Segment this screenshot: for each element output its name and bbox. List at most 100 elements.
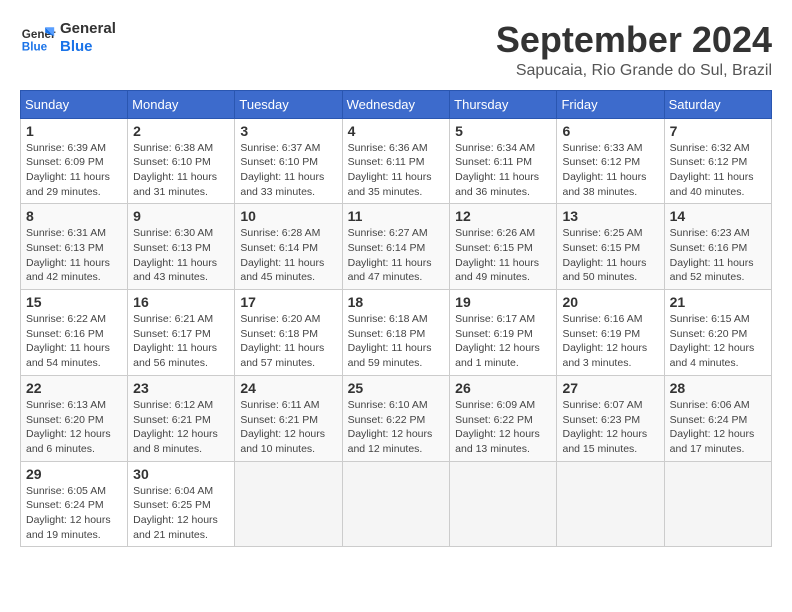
day-info: Sunrise: 6:25 AMSunset: 6:15 PMDaylight:…	[562, 226, 658, 285]
calendar-day-cell: 19Sunrise: 6:17 AMSunset: 6:19 PMDayligh…	[450, 290, 557, 376]
logo-line1: General	[60, 20, 116, 38]
day-info: Sunrise: 6:12 AMSunset: 6:21 PMDaylight:…	[133, 398, 229, 457]
day-info: Sunrise: 6:26 AMSunset: 6:15 PMDaylight:…	[455, 226, 551, 285]
logo-icon: General Blue	[20, 20, 56, 56]
calendar-day-cell	[342, 461, 450, 547]
weekday-header-row: SundayMondayTuesdayWednesdayThursdayFrid…	[21, 90, 772, 118]
title-block: September 2024 Sapucaia, Rio Grande do S…	[496, 20, 772, 80]
calendar-day-cell: 18Sunrise: 6:18 AMSunset: 6:18 PMDayligh…	[342, 290, 450, 376]
day-number: 5	[455, 123, 551, 139]
day-number: 7	[670, 123, 766, 139]
calendar-day-cell: 20 Sunrise: 6:16 AMSunset: 6:19 PMDayligh…	[557, 290, 664, 376]
day-info: Sunrise: 6:36 AMSunset: 6:11 PMDaylight:…	[348, 141, 445, 200]
day-info: Sunrise: 6:05 AMSunset: 6:24 PMDaylight:…	[26, 484, 122, 543]
day-number: 8	[26, 208, 122, 224]
day-number: 3	[240, 123, 336, 139]
day-info: Sunrise: 6:37 AMSunset: 6:10 PMDaylight:…	[240, 141, 336, 200]
day-number: 13	[562, 208, 658, 224]
location: Sapucaia, Rio Grande do Sul, Brazil	[496, 62, 772, 80]
weekday-header-friday: Friday	[557, 90, 664, 118]
calendar-day-cell: 7 Sunrise: 6:32 AMSunset: 6:12 PMDaylight…	[664, 118, 771, 204]
day-number: 26	[455, 380, 551, 396]
day-number: 29	[26, 466, 122, 482]
calendar-day-cell: 11Sunrise: 6:27 AMSunset: 6:14 PMDayligh…	[342, 204, 450, 290]
weekday-header-wednesday: Wednesday	[342, 90, 450, 118]
day-number: 18	[348, 294, 445, 310]
day-info: Sunrise: 6:16 AMSunset: 6:19 PMDaylight:…	[562, 312, 658, 371]
weekday-header-thursday: Thursday	[450, 90, 557, 118]
calendar-day-cell: 29 Sunrise: 6:05 AMSunset: 6:24 PMDayligh…	[21, 461, 128, 547]
day-number: 24	[240, 380, 336, 396]
calendar-day-cell: 8 Sunrise: 6:31 AMSunset: 6:13 PMDaylight…	[21, 204, 128, 290]
day-info: Sunrise: 6:38 AMSunset: 6:10 PMDaylight:…	[133, 141, 229, 200]
day-info: Sunrise: 6:30 AMSunset: 6:13 PMDaylight:…	[133, 226, 229, 285]
calendar-day-cell: 14 Sunrise: 6:23 AMSunset: 6:16 PMDayligh…	[664, 204, 771, 290]
calendar-day-cell: 15 Sunrise: 6:22 AMSunset: 6:16 PMDayligh…	[21, 290, 128, 376]
day-number: 12	[455, 208, 551, 224]
calendar-day-cell: 26 Sunrise: 6:09 AMSunset: 6:22 PMDayligh…	[450, 375, 557, 461]
day-info: Sunrise: 6:09 AMSunset: 6:22 PMDaylight:…	[455, 398, 551, 457]
calendar-week-row: 29 Sunrise: 6:05 AMSunset: 6:24 PMDayligh…	[21, 461, 772, 547]
day-info: Sunrise: 6:33 AMSunset: 6:12 PMDaylight:…	[562, 141, 658, 200]
svg-text:Blue: Blue	[22, 41, 48, 54]
day-number: 20	[562, 294, 658, 310]
day-number: 1	[26, 123, 122, 139]
weekday-header-monday: Monday	[128, 90, 235, 118]
day-number: 6	[562, 123, 658, 139]
day-info: Sunrise: 6:39 AMSunset: 6:09 PMDaylight:…	[26, 141, 122, 200]
day-number: 9	[133, 208, 229, 224]
day-info: Sunrise: 6:28 AMSunset: 6:14 PMDaylight:…	[240, 226, 336, 285]
day-number: 15	[26, 294, 122, 310]
day-info: Sunrise: 6:15 AMSunset: 6:20 PMDaylight:…	[670, 312, 766, 371]
calendar-week-row: 8 Sunrise: 6:31 AMSunset: 6:13 PMDaylight…	[21, 204, 772, 290]
calendar-day-cell: 24Sunrise: 6:11 AMSunset: 6:21 PMDayligh…	[235, 375, 342, 461]
calendar-day-cell: 23Sunrise: 6:12 AMSunset: 6:21 PMDayligh…	[128, 375, 235, 461]
month-title: September 2024	[496, 20, 772, 60]
day-number: 28	[670, 380, 766, 396]
day-number: 14	[670, 208, 766, 224]
page-header: General Blue General Blue September 2024…	[20, 20, 772, 80]
calendar-day-cell	[235, 461, 342, 547]
calendar-day-cell	[664, 461, 771, 547]
day-info: Sunrise: 6:22 AMSunset: 6:16 PMDaylight:…	[26, 312, 122, 371]
calendar-day-cell: 16Sunrise: 6:21 AMSunset: 6:17 PMDayligh…	[128, 290, 235, 376]
day-info: Sunrise: 6:06 AMSunset: 6:24 PMDaylight:…	[670, 398, 766, 457]
day-info: Sunrise: 6:34 AMSunset: 6:11 PMDaylight:…	[455, 141, 551, 200]
calendar-day-cell	[450, 461, 557, 547]
day-number: 17	[240, 294, 336, 310]
logo: General Blue General Blue	[20, 20, 116, 56]
day-number: 25	[348, 380, 445, 396]
calendar-day-cell: 3 Sunrise: 6:37 AMSunset: 6:10 PMDaylight…	[235, 118, 342, 204]
calendar-day-cell: 25Sunrise: 6:10 AMSunset: 6:22 PMDayligh…	[342, 375, 450, 461]
day-number: 21	[670, 294, 766, 310]
day-info: Sunrise: 6:27 AMSunset: 6:14 PMDaylight:…	[348, 226, 445, 285]
day-info: Sunrise: 6:20 AMSunset: 6:18 PMDaylight:…	[240, 312, 336, 371]
day-number: 4	[348, 123, 445, 139]
calendar-day-cell: 28 Sunrise: 6:06 AMSunset: 6:24 PMDayligh…	[664, 375, 771, 461]
weekday-header-tuesday: Tuesday	[235, 90, 342, 118]
day-number: 2	[133, 123, 229, 139]
day-number: 27	[562, 380, 658, 396]
day-number: 22	[26, 380, 122, 396]
logo-line2: Blue	[60, 38, 116, 56]
day-info: Sunrise: 6:31 AMSunset: 6:13 PMDaylight:…	[26, 226, 122, 285]
calendar-day-cell: 6 Sunrise: 6:33 AMSunset: 6:12 PMDaylight…	[557, 118, 664, 204]
calendar-day-cell: 4 Sunrise: 6:36 AMSunset: 6:11 PMDaylight…	[342, 118, 450, 204]
day-info: Sunrise: 6:07 AMSunset: 6:23 PMDaylight:…	[562, 398, 658, 457]
day-number: 30	[133, 466, 229, 482]
calendar-day-cell: 12 Sunrise: 6:26 AMSunset: 6:15 PMDayligh…	[450, 204, 557, 290]
calendar-day-cell: 1 Sunrise: 6:39 AMSunset: 6:09 PMDaylight…	[21, 118, 128, 204]
calendar-table: SundayMondayTuesdayWednesdayThursdayFrid…	[20, 90, 772, 548]
calendar-day-cell: 27 Sunrise: 6:07 AMSunset: 6:23 PMDayligh…	[557, 375, 664, 461]
calendar-week-row: 15 Sunrise: 6:22 AMSunset: 6:16 PMDayligh…	[21, 290, 772, 376]
calendar-day-cell: 2 Sunrise: 6:38 AMSunset: 6:10 PMDaylight…	[128, 118, 235, 204]
calendar-day-cell: 30 Sunrise: 6:04 AMSunset: 6:25 PMDayligh…	[128, 461, 235, 547]
weekday-header-sunday: Sunday	[21, 90, 128, 118]
day-info: Sunrise: 6:23 AMSunset: 6:16 PMDaylight:…	[670, 226, 766, 285]
day-info: Sunrise: 6:04 AMSunset: 6:25 PMDaylight:…	[133, 484, 229, 543]
day-number: 19	[455, 294, 551, 310]
day-info: Sunrise: 6:32 AMSunset: 6:12 PMDaylight:…	[670, 141, 766, 200]
day-info: Sunrise: 6:21 AMSunset: 6:17 PMDaylight:…	[133, 312, 229, 371]
weekday-header-saturday: Saturday	[664, 90, 771, 118]
calendar-day-cell: 13 Sunrise: 6:25 AMSunset: 6:15 PMDayligh…	[557, 204, 664, 290]
